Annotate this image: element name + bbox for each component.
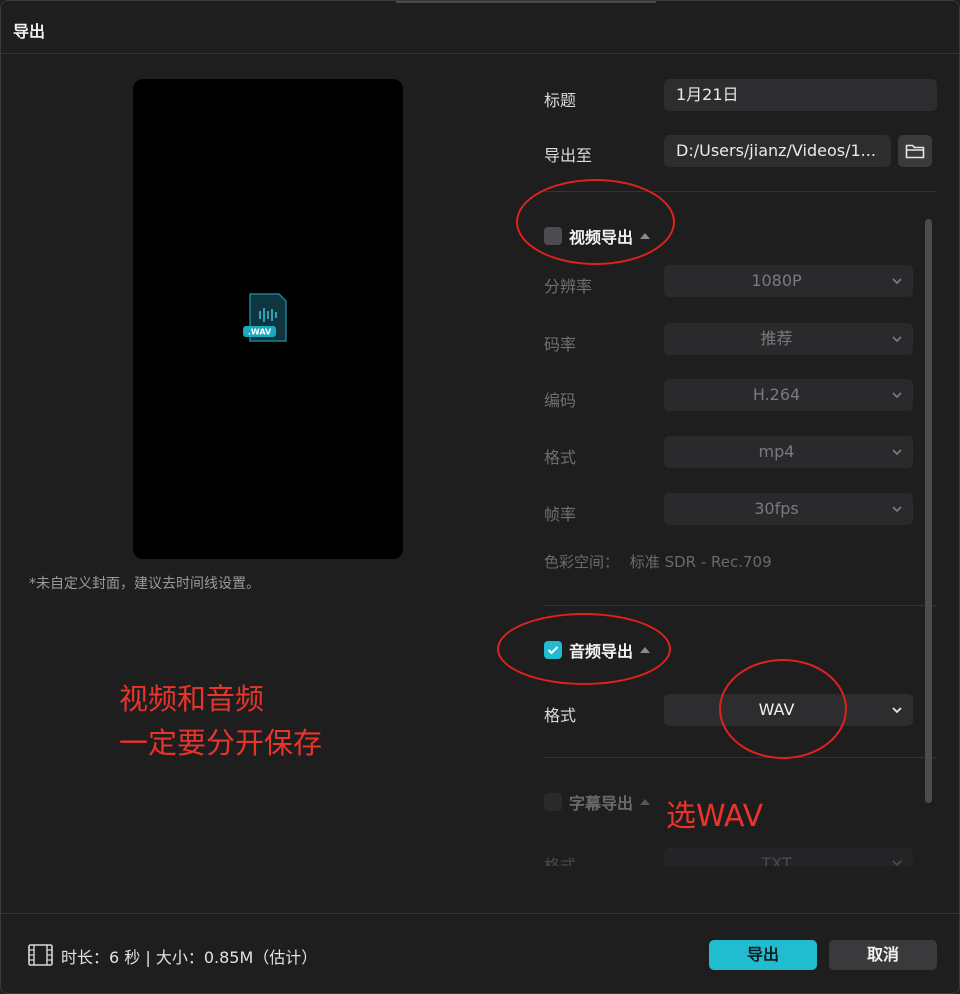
video-format-select[interactable]: mp4: [664, 436, 913, 468]
film-icon: [28, 944, 53, 966]
divider-video: [544, 605, 937, 606]
annotation-circle-video: [516, 179, 675, 265]
annotation-circle-audio: [497, 613, 671, 685]
collapse-arrow-icon[interactable]: [640, 799, 651, 805]
subtitle-export-toggle[interactable]: 字幕导出: [544, 790, 651, 814]
wav-file-icon: .WAV: [243, 293, 287, 342]
color-space-info: 色彩空间： 标准 SDR - Rec.709: [544, 551, 772, 572]
subtitle-format-row: 格式 TXT: [541, 846, 921, 866]
export-dialog: 导出 .WAV *未自定义封面，建议去时间线设置。 视频和音频 一定要分开保存 …: [0, 0, 960, 994]
folder-icon: [905, 144, 925, 159]
title-label: 标题: [544, 91, 577, 110]
wav-badge: .WAV: [248, 328, 272, 337]
annotation-line-1: 视频和音频: [119, 682, 265, 716]
subtitle-format-value: TXT: [761, 854, 792, 866]
chevron-down-icon: [892, 336, 902, 343]
bitrate-select[interactable]: 推荐: [664, 323, 913, 355]
chevron-down-icon: [892, 860, 902, 866]
color-space-label: 色彩空间：: [544, 553, 620, 571]
codec-value: H.264: [752, 385, 801, 404]
framerate-select[interactable]: 30fps: [664, 493, 913, 525]
chevron-down-icon: [892, 707, 902, 714]
path-input[interactable]: D:/Users/jianz/Videos/1...: [664, 135, 891, 167]
bitrate-label: 码率: [544, 335, 577, 354]
path-label: 导出至: [544, 146, 593, 165]
subtitle-export-label: 字幕导出: [569, 794, 634, 813]
title-bar: 导出: [1, 1, 959, 54]
video-format-label: 格式: [544, 448, 577, 467]
chevron-down-icon: [892, 449, 902, 456]
export-button[interactable]: 导出: [709, 940, 817, 970]
chevron-down-icon: [892, 506, 902, 513]
resolution-value: 1080P: [751, 271, 802, 290]
chevron-down-icon: [892, 392, 902, 399]
chevron-down-icon: [892, 278, 902, 285]
duration-size-info: 时长：6 秒 | 大小：0.85M（估计）: [61, 948, 318, 967]
subtitle-export-checkbox[interactable]: [544, 793, 562, 811]
subtitle-format-select[interactable]: TXT: [664, 848, 913, 866]
codec-label: 编码: [544, 391, 577, 410]
framerate-value: 30fps: [754, 499, 799, 518]
color-space-value: 标准 SDR - Rec.709: [629, 553, 772, 571]
annotation-wav: 选WAV: [666, 799, 764, 834]
cancel-button[interactable]: 取消: [829, 940, 937, 970]
subtitle-format-label: 格式: [544, 856, 577, 866]
annotation-left: 视频和音频 一定要分开保存: [119, 677, 322, 765]
bitrate-value: 推荐: [760, 329, 793, 348]
settings-scrollbar[interactable]: [925, 219, 932, 803]
divider-audio: [544, 757, 937, 758]
resolution-label: 分辨率: [544, 277, 593, 296]
framerate-label: 帧率: [544, 505, 577, 524]
codec-select[interactable]: H.264: [664, 379, 913, 411]
resolution-select[interactable]: 1080P: [664, 265, 913, 297]
video-format-value: mp4: [758, 442, 795, 461]
browse-folder-button[interactable]: [898, 135, 932, 167]
dialog-title: 导出: [13, 22, 46, 41]
title-input[interactable]: 1月21日: [664, 79, 937, 111]
cover-hint: *未自定义封面，建议去时间线设置。: [29, 576, 260, 592]
annotation-circle-wav: [719, 659, 847, 759]
audio-format-label: 格式: [544, 706, 577, 725]
annotation-line-2: 一定要分开保存: [119, 726, 323, 760]
